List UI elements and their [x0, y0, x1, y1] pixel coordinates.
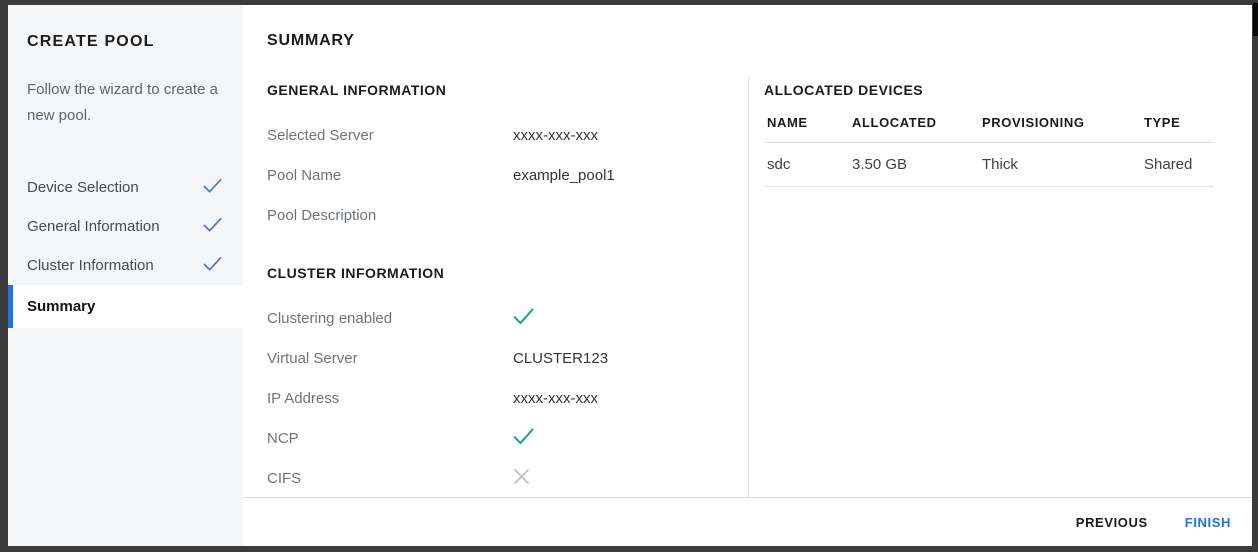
column-header-allocated: ALLOCATED — [849, 115, 979, 143]
section-heading-general-information: GENERAL INFORMATION — [267, 82, 708, 98]
background-scrollbar-artifact — [1253, 3, 1258, 36]
field-value: xxxx-xxx-xxx — [513, 127, 708, 144]
allocated-devices-table: NAME ALLOCATED PROVISIONING TYPE sdc 3.5… — [764, 115, 1214, 187]
cell-provisioning: Thick — [979, 143, 1141, 187]
field-label: Virtual Server — [267, 350, 513, 367]
summary-row-ip-address: IP Address xxxx-xxx-xxx — [267, 378, 708, 418]
field-label: Pool Name — [267, 167, 513, 184]
wizard-sidebar: CREATE POOL Follow the wizard to create … — [8, 5, 243, 546]
step-label: Device Selection — [27, 179, 139, 196]
field-value: example_pool1 — [513, 167, 708, 184]
wizard-footer: PREVIOUS FINISH — [243, 497, 1252, 546]
column-header-provisioning: PROVISIONING — [979, 115, 1141, 143]
page-title: SUMMARY — [267, 32, 1228, 50]
step-label: Summary — [27, 298, 95, 315]
field-label: Selected Server — [267, 127, 513, 144]
field-label: Clustering enabled — [267, 310, 513, 327]
cell-type: Shared — [1141, 143, 1214, 187]
summary-row-pool-description: Pool Description — [267, 195, 708, 235]
step-complete-check-icon — [203, 178, 222, 197]
screen: { "sidebar": { "title": "CREATE POOL", "… — [0, 0, 1258, 552]
column-header-type: TYPE — [1141, 115, 1214, 143]
section-heading-allocated-devices: ALLOCATED DEVICES — [764, 82, 1214, 98]
step-general-information[interactable]: General Information — [8, 207, 243, 246]
summary-row-pool-name: Pool Name example_pool1 — [267, 155, 708, 195]
field-label: CIFS — [267, 470, 513, 487]
summary-right-column: ALLOCATED DEVICES NAME ALLOCATED PROVISI… — [748, 76, 1252, 497]
step-summary[interactable]: Summary — [8, 285, 243, 328]
field-label: NCP — [267, 430, 513, 447]
table-row: sdc 3.50 GB Thick Shared — [764, 143, 1214, 187]
step-label: Cluster Information — [27, 257, 154, 274]
enabled-check-icon — [513, 308, 708, 328]
step-label: General Information — [27, 218, 160, 235]
field-label: Pool Description — [267, 207, 513, 224]
summary-content: GENERAL INFORMATION Selected Server xxxx… — [243, 76, 1252, 497]
previous-button[interactable]: PREVIOUS — [1074, 509, 1150, 536]
column-header-name: NAME — [764, 115, 849, 143]
cell-allocated: 3.50 GB — [849, 143, 979, 187]
section-heading-cluster-information: CLUSTER INFORMATION — [267, 265, 708, 281]
table-header-row: NAME ALLOCATED PROVISIONING TYPE — [764, 115, 1214, 143]
step-cluster-information[interactable]: Cluster Information — [8, 246, 243, 285]
wizard-steps: Device Selection General Information Clu… — [8, 168, 243, 328]
summary-panel: SUMMARY GENERAL INFORMATION Selected Ser… — [243, 5, 1252, 546]
dialog-description: Follow the wizard to create a new pool. — [27, 77, 224, 128]
field-label: IP Address — [267, 390, 513, 407]
cluster-information-list: Clustering enabled Virtual Server CLUSTE… — [267, 298, 708, 497]
general-information-list: Selected Server xxxx-xxx-xxx Pool Name e… — [267, 115, 708, 235]
summary-row-ncp: NCP — [267, 418, 708, 458]
summary-row-cifs: CIFS — [267, 458, 708, 497]
summary-row-selected-server: Selected Server xxxx-xxx-xxx — [267, 115, 708, 155]
summary-left-column: GENERAL INFORMATION Selected Server xxxx… — [243, 76, 748, 497]
field-value: CLUSTER123 — [513, 350, 708, 367]
cell-name: sdc — [764, 143, 849, 187]
field-value: xxxx-xxx-xxx — [513, 390, 708, 407]
enabled-check-icon — [513, 428, 708, 448]
step-complete-check-icon — [203, 217, 222, 236]
summary-row-virtual-server: Virtual Server CLUSTER123 — [267, 338, 708, 378]
step-device-selection[interactable]: Device Selection — [8, 168, 243, 207]
disabled-cross-icon — [513, 468, 708, 489]
dialog-title: CREATE POOL — [27, 33, 224, 51]
finish-button[interactable]: FINISH — [1183, 509, 1233, 536]
step-complete-check-icon — [203, 256, 222, 275]
summary-row-clustering-enabled: Clustering enabled — [267, 298, 708, 338]
create-pool-dialog: CREATE POOL Follow the wizard to create … — [8, 5, 1252, 546]
